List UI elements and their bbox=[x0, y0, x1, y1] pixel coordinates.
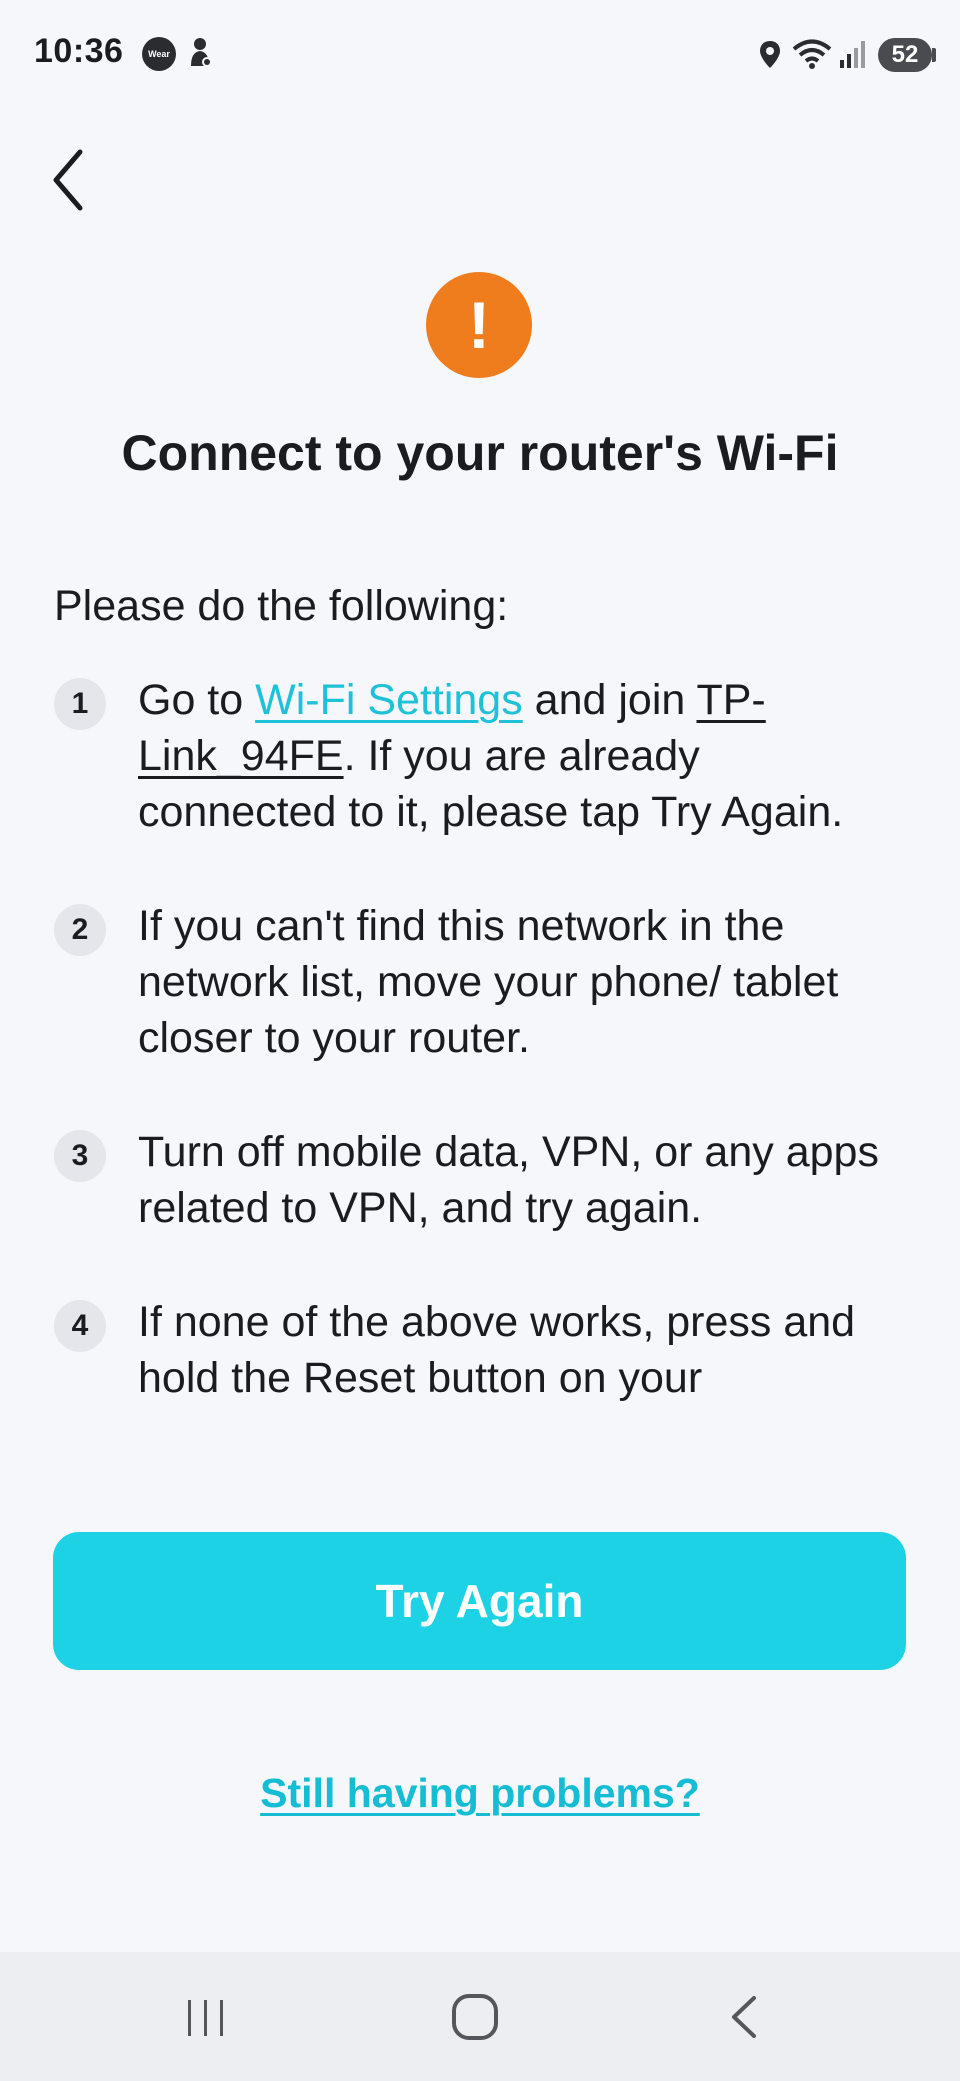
step-text-part: and join bbox=[522, 676, 697, 724]
battery-cap bbox=[932, 48, 936, 62]
exclamation-icon: ! bbox=[426, 272, 532, 378]
step-1: 1 Go to Wi-Fi Settings and join TP-Link_… bbox=[54, 672, 910, 840]
back-icon[interactable] bbox=[720, 1992, 770, 2042]
step-3: 3 Turn off mobile data, VPN, or any apps… bbox=[54, 1124, 910, 1236]
step-number: 2 bbox=[54, 904, 106, 956]
help-link-container: Still having problems? bbox=[0, 1770, 960, 1817]
wear-icon: Wear bbox=[142, 37, 176, 71]
page-title: Connect to your router's Wi-Fi bbox=[121, 425, 839, 481]
home-icon[interactable] bbox=[448, 1992, 504, 2042]
wifi-icon bbox=[792, 39, 832, 69]
system-nav-bar bbox=[0, 1952, 960, 2081]
step-4: 4 If none of the above works, press and … bbox=[54, 1294, 910, 1406]
still-having-problems-link[interactable]: Still having problems? bbox=[260, 1770, 700, 1816]
steps-list: 1 Go to Wi-Fi Settings and join TP-Link_… bbox=[54, 672, 910, 1482]
step-text: Go to Wi-Fi Settings and join TP-Link_94… bbox=[138, 672, 910, 840]
battery-icon: 52 bbox=[878, 38, 932, 72]
step-number: 3 bbox=[54, 1130, 106, 1182]
back-button[interactable] bbox=[40, 140, 100, 220]
step-text: Turn off mobile data, VPN, or any apps r… bbox=[138, 1128, 879, 1232]
notification-icon bbox=[191, 38, 212, 67]
signal-icon bbox=[840, 41, 865, 68]
location-icon bbox=[760, 41, 780, 68]
wifi-settings-link[interactable]: Wi-Fi Settings bbox=[255, 676, 523, 724]
step-number: 4 bbox=[54, 1300, 106, 1352]
step-text-part: Go to bbox=[138, 676, 256, 724]
instructions-intro: Please do the following: bbox=[54, 582, 509, 630]
step-text: If you can't find this network in the ne… bbox=[138, 902, 839, 1062]
status-time: 10:36 bbox=[34, 32, 124, 70]
step-number: 1 bbox=[54, 678, 106, 730]
recents-icon[interactable] bbox=[176, 1998, 236, 2038]
try-again-button[interactable]: Try Again bbox=[53, 1532, 906, 1670]
status-bar: 10:36 Wear 52 bbox=[0, 0, 960, 110]
step-2: 2 If you can't find this network in the … bbox=[54, 898, 910, 1066]
step-text: If none of the above works, press and ho… bbox=[138, 1298, 856, 1402]
